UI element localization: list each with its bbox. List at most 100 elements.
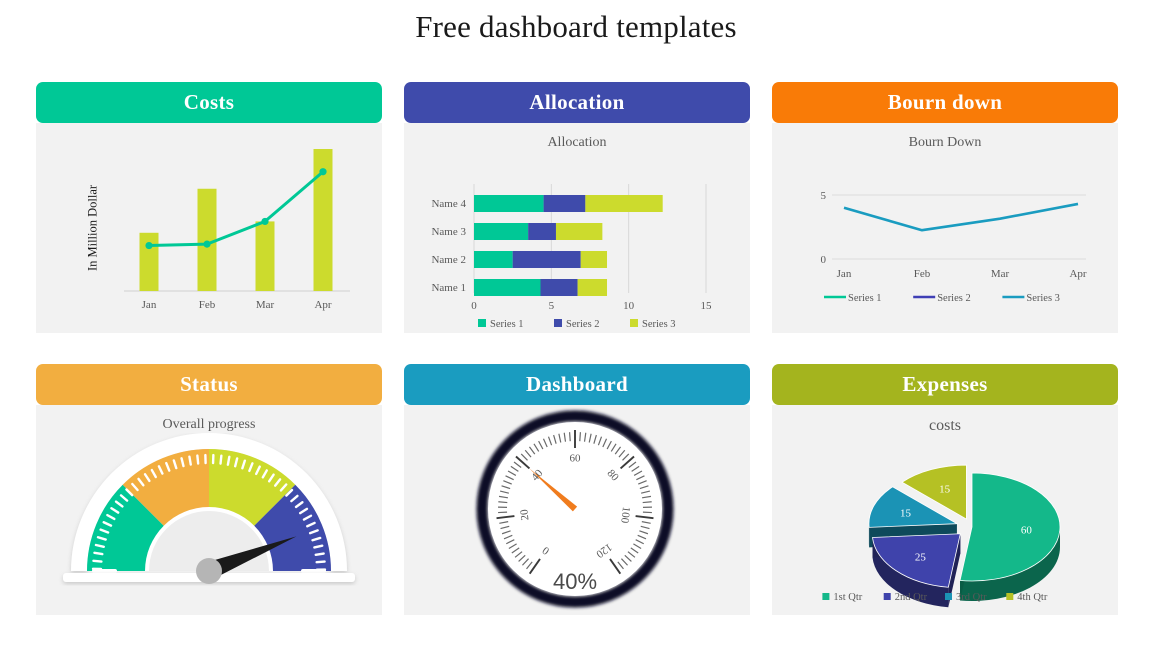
- card-header-dashboard[interactable]: Dashboard: [404, 364, 750, 405]
- allocation-category-label: Name 1: [431, 282, 466, 294]
- card-body-bourn-down: Bourn Down 05 Jan Feb Mar Apr Series 1 Serie…: [772, 123, 1118, 333]
- costs-line-points: [145, 168, 327, 250]
- bourn-y-tick: 5: [821, 190, 827, 202]
- card-body-expenses: costs 60 25 15 15 1st Qtr 2nd Qtr 3rd Qtr 4th …: [772, 405, 1118, 615]
- allocation-x-tick: 5: [549, 300, 555, 312]
- speedometer-minor-tick: [498, 501, 508, 504]
- card-dashboard[interactable]: Dashboard 020406080100120 40%: [404, 364, 750, 615]
- allocation-bars-group: [474, 195, 663, 296]
- allocation-bar-segment: [580, 251, 608, 268]
- card-header-status[interactable]: Status: [36, 364, 382, 405]
- status-chart-title: Overall progress: [162, 417, 256, 432]
- allocation-category-labels: Name 1 Name 2 Name 3 Name 4: [431, 198, 466, 294]
- status-gauge-tick: [93, 551, 104, 556]
- allocation-bar-segment: [540, 279, 578, 296]
- bourn-series-3-line: [843, 202, 1079, 232]
- allocation-bar-segment: [474, 195, 544, 212]
- card-body-costs: In Million Dollar Jan Feb Mar Apr: [36, 123, 382, 333]
- speedometer-tick-label: 60: [570, 453, 582, 465]
- allocation-chart-title: Allocation: [547, 135, 607, 150]
- card-header-costs[interactable]: Costs: [36, 82, 382, 123]
- status-gauge-tick: [188, 455, 192, 466]
- allocation-bar-segment: [543, 195, 586, 212]
- bourn-x-tick: Mar: [991, 268, 1010, 280]
- costs-bar: [255, 221, 275, 291]
- card-expenses[interactable]: Expenses costs 60 25 15 15 1st Qtr 2nd Qtr 3r…: [772, 364, 1118, 615]
- allocation-bar-segment: [474, 223, 529, 240]
- allocation-x-tick: 10: [623, 300, 635, 312]
- allocation-bar-segment: [512, 251, 581, 268]
- legend-label[interactable]: Series 2: [937, 293, 971, 304]
- allocation-legend[interactable]: Series 1 Series 2 Series 3: [478, 319, 676, 330]
- pie-data-label: 25: [915, 552, 927, 564]
- status-gauge-tick: [196, 454, 200, 465]
- costs-bars-group: [139, 149, 333, 291]
- status-gauge-tick: [313, 544, 324, 549]
- card-header-expenses[interactable]: Expenses: [772, 364, 1118, 405]
- legend-label[interactable]: 2nd Qtr: [895, 592, 928, 603]
- status-gauge-tick: [226, 455, 231, 466]
- allocation-bar-segment: [474, 251, 513, 268]
- bourn-x-tick: Apr: [1069, 268, 1086, 280]
- speedometer-tick-label: 100: [618, 506, 632, 524]
- speedometer-value-label: 40%: [553, 569, 597, 594]
- legend-swatch[interactable]: [554, 319, 562, 327]
- card-header-allocation[interactable]: Allocation: [404, 82, 750, 123]
- expenses-pie-chart: 60 25 15 15 1st Qtr 2nd Qtr 3rd Qtr 4th Qtr: [822, 464, 1061, 608]
- legend-label[interactable]: 3rd Qtr: [956, 592, 987, 603]
- costs-x-tick: Feb: [199, 299, 216, 311]
- pie-data-label: 15: [939, 483, 951, 495]
- legend-label[interactable]: Series 3: [1026, 293, 1060, 304]
- page-title: Free dashboard templates: [415, 9, 737, 44]
- costs-bar: [139, 232, 159, 291]
- costs-line-point: [319, 168, 327, 176]
- bourn-legend[interactable]: Series 1 Series 2 Series 3: [824, 293, 1060, 304]
- costs-bar: [197, 188, 217, 291]
- pie-data-label: 60: [1021, 524, 1033, 536]
- status-gauge-tick: [219, 454, 223, 465]
- allocation-x-tick: 0: [471, 300, 477, 312]
- allocation-bar-segment: [528, 223, 556, 240]
- legend-label[interactable]: Series 2: [566, 319, 600, 330]
- costs-line-point: [261, 217, 269, 226]
- dashboard-grid: Costs In Million Dollar Jan Feb Mar Apr All…: [36, 82, 1118, 615]
- card-header-bourn-down[interactable]: Bourn down: [772, 82, 1118, 123]
- legend-swatch[interactable]: [883, 593, 891, 600]
- legend-swatch[interactable]: [478, 319, 486, 327]
- speedometer-gauge: 020406080100120 40%: [476, 410, 674, 608]
- card-status[interactable]: Status Overall progress: [36, 364, 382, 615]
- legend-swatch[interactable]: [822, 593, 830, 600]
- status-gauge-tick: [314, 552, 325, 556]
- legend-label[interactable]: 1st Qtr: [833, 592, 862, 603]
- costs-x-tick: Mar: [256, 299, 275, 311]
- speedometer-tick-label: 20: [518, 508, 531, 521]
- costs-x-tick: Jan: [142, 299, 157, 311]
- allocation-bar-segment: [577, 279, 608, 296]
- allocation-bar-segment: [474, 279, 541, 296]
- bourn-gridlines: [832, 194, 1086, 260]
- card-bourn-down[interactable]: Bourn down Bourn Down 05 Jan Feb Mar Apr Se…: [772, 82, 1118, 333]
- legend-label[interactable]: Series 1: [490, 319, 524, 330]
- status-gauge: [63, 433, 355, 584]
- card-allocation[interactable]: Allocation Allocation Name 1 Name 2 Name 3…: [404, 82, 750, 333]
- card-body-dashboard: 020406080100120 40%: [404, 405, 750, 615]
- legend-swatch[interactable]: [1006, 593, 1014, 600]
- speedometer-minor-tick: [642, 501, 652, 504]
- speedometer-minor-tick: [568, 432, 571, 442]
- legend-label[interactable]: Series 1: [848, 293, 882, 304]
- bourn-chart-title: Bourn Down: [908, 135, 982, 150]
- legend-swatch[interactable]: [945, 593, 952, 600]
- costs-line-point: [203, 240, 211, 248]
- speedometer-minor-tick: [579, 432, 582, 442]
- legend-swatch[interactable]: [630, 319, 638, 327]
- card-costs[interactable]: Costs In Million Dollar Jan Feb Mar Apr: [36, 82, 382, 333]
- legend-label[interactable]: 4th Qtr: [1017, 592, 1048, 603]
- status-gauge-wrap: [36, 433, 382, 601]
- legend-label[interactable]: Series 3: [642, 319, 676, 330]
- allocation-category-label: Name 4: [431, 198, 466, 210]
- status-gauge-hub: [196, 558, 222, 584]
- card-body-allocation: Allocation Name 1 Name 2 Name 3 Name 4 0 5 10…: [404, 123, 750, 333]
- costs-line-point: [145, 241, 153, 250]
- allocation-x-tick: 15: [701, 300, 713, 312]
- allocation-bar-segment: [585, 195, 663, 212]
